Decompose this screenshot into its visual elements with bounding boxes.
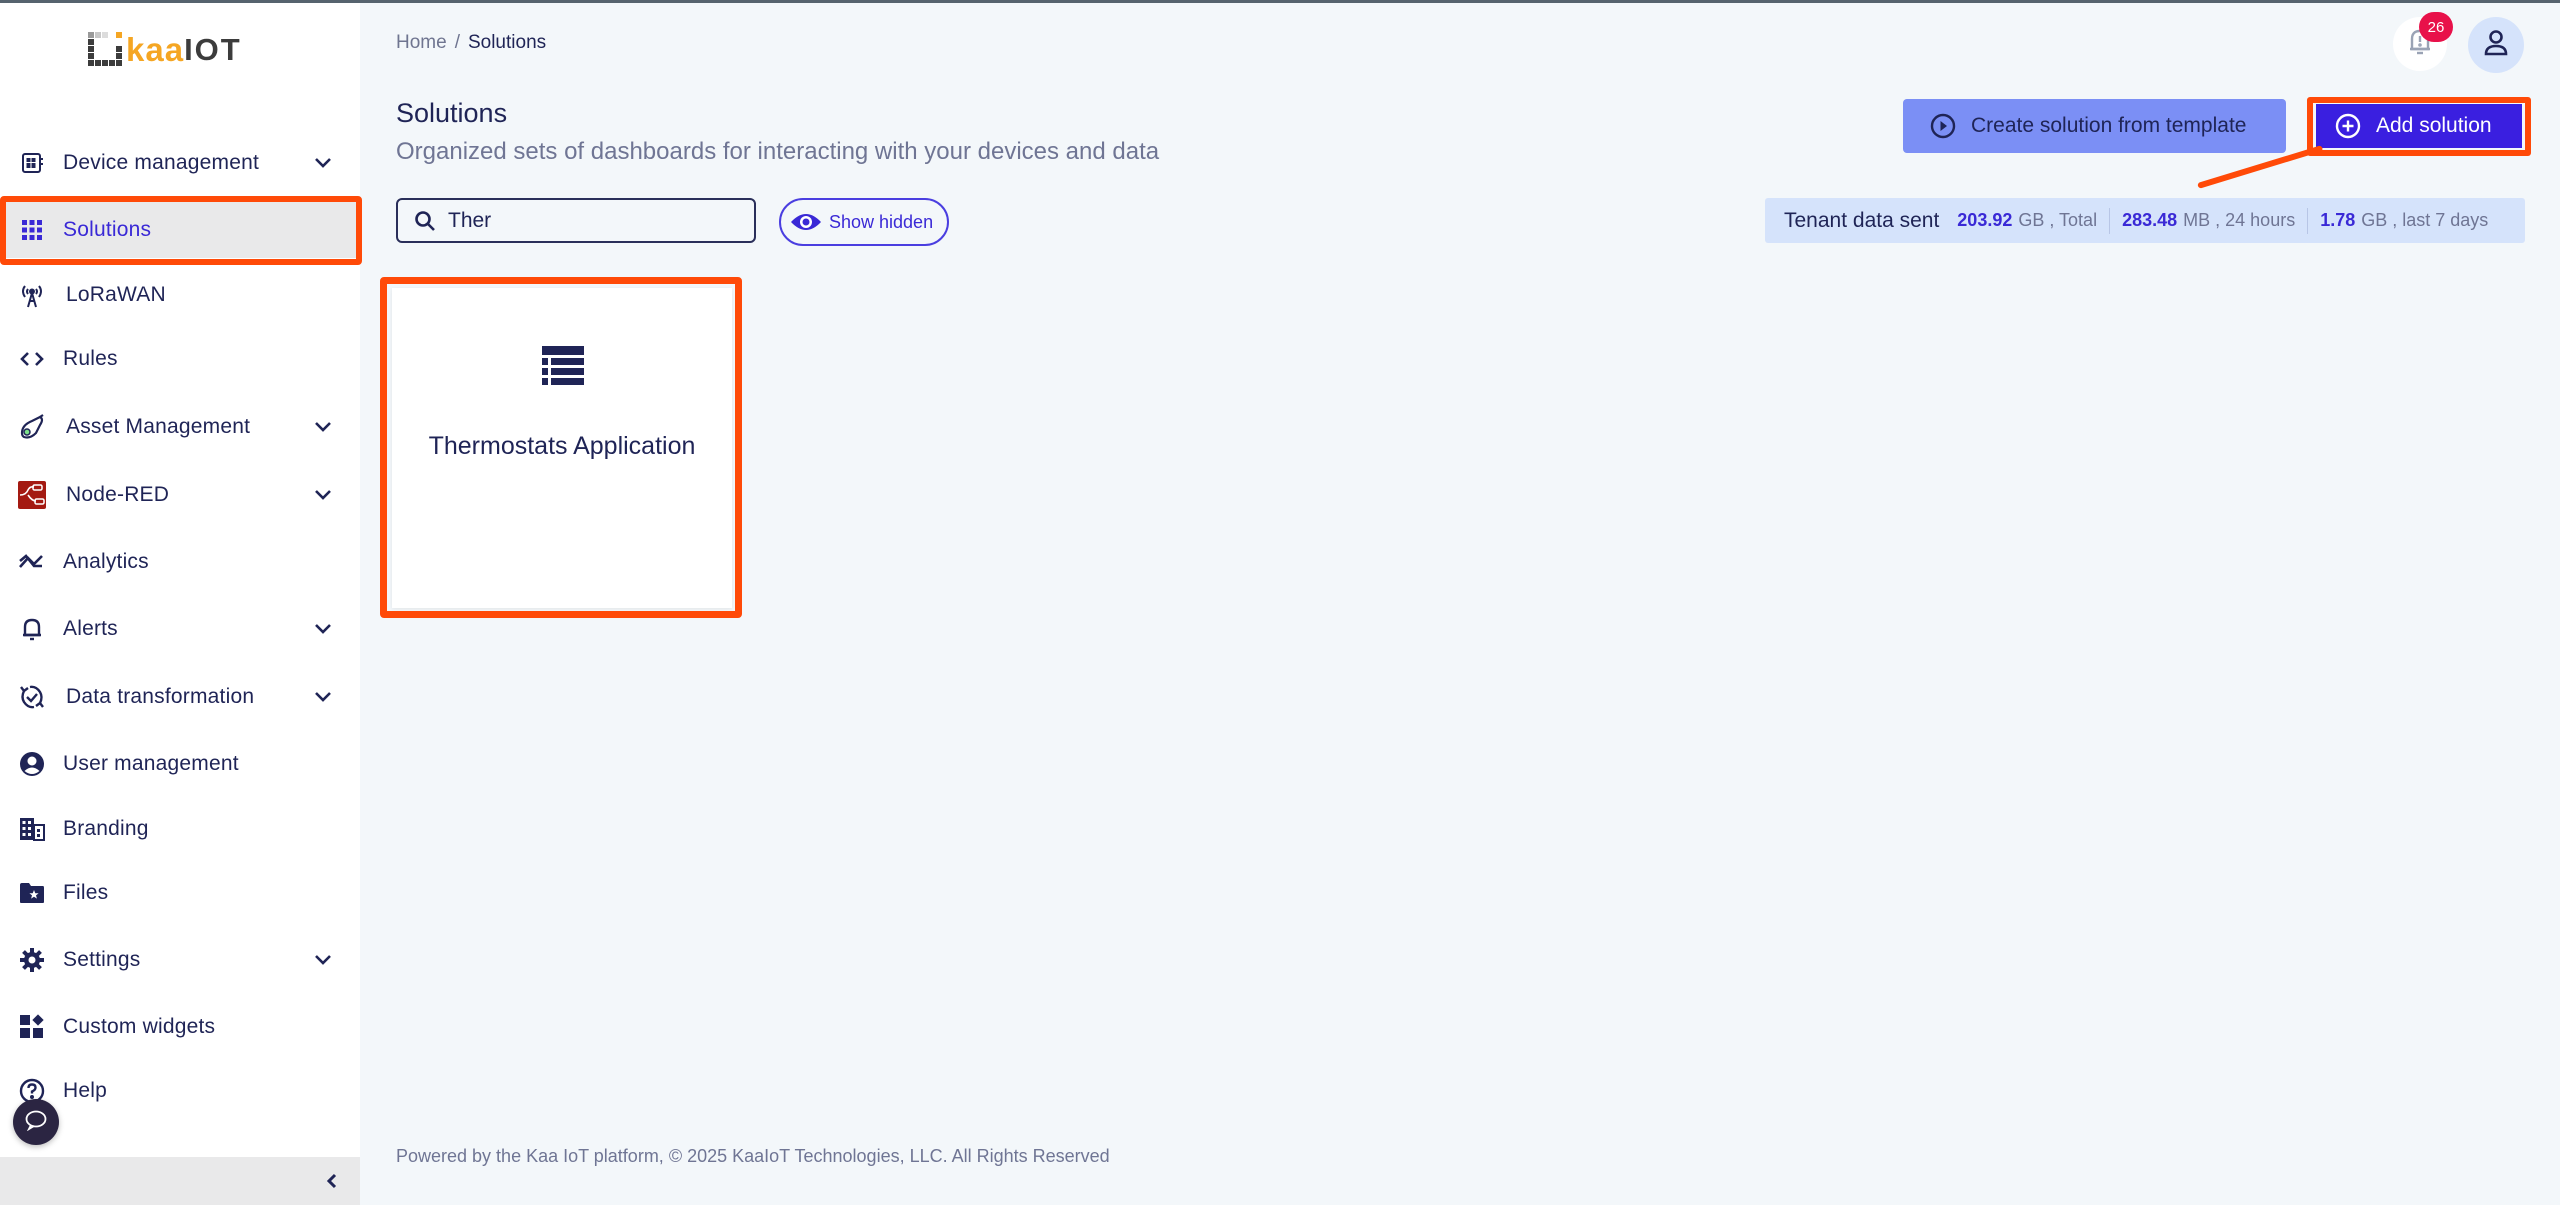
sidebar-item-label: Analytics [63,550,149,573]
sidebar-item-device-management[interactable]: Device management [0,135,360,191]
gear-icon [18,946,46,974]
sidebar-item-label: Settings [63,948,141,971]
code-icon [18,345,46,373]
sidebar-item-user-management[interactable]: User management [0,736,360,792]
solution-card-title: Thermostats Application [428,432,696,460]
page-title: Solutions [396,98,508,128]
sidebar-item-label: Solutions [63,218,152,241]
logo-text-iot: IOT [184,32,242,67]
window-top-border [0,0,2560,3]
sidebar-item-data-transformation[interactable]: Data transformation [0,669,360,725]
chevron-down-icon[interactable] [310,150,336,176]
sidebar-item-settings[interactable]: Settings [0,932,360,988]
sidebar-item-label: Branding [63,817,149,840]
sidebar-collapse-bar[interactable] [0,1157,360,1205]
tenant-total-unit: GB , Total [2018,210,2098,230]
user-avatar-button[interactable] [2468,17,2524,73]
notification-count-badge: 26 [2419,12,2453,42]
play-circle-icon [1929,112,1957,140]
widgets-icon [18,1013,46,1041]
chevron-down-icon[interactable] [310,947,336,973]
divider [2109,207,2111,234]
sidebar: kaa IOT Device management Solutions LoRaW… [0,0,362,1205]
breadcrumb-home-link[interactable]: Home [396,32,447,53]
chevron-down-icon[interactable] [310,616,336,642]
chat-bubble-icon [24,1109,48,1136]
footer-copyright: Powered by the Kaa IoT platform, © 2025 … [396,1146,1110,1166]
chevron-left-icon[interactable] [320,1169,344,1193]
breadcrumb-current: Solutions [467,32,547,53]
show-hidden-label: Show hidden [829,211,934,232]
sidebar-item-label: Data transformation [66,685,255,708]
sidebar-item-solutions[interactable]: Solutions [0,202,360,258]
device-icon [18,149,46,177]
tenant-7d-value: 1.78 [2320,210,2356,230]
antenna-icon [18,281,46,309]
chat-support-button[interactable] [13,1099,59,1145]
sidebar-item-node-red[interactable]: Node-RED [0,467,360,523]
breadcrumb-separator: / [454,32,460,53]
plus-circle-icon [2334,112,2362,140]
sidebar-item-label: Rules [63,347,118,370]
sidebar-item-custom-widgets[interactable]: Custom widgets [0,999,360,1055]
chevron-down-icon[interactable] [310,684,336,710]
sidebar-item-label: User management [63,752,239,775]
sidebar-item-asset-management[interactable]: Asset Management [0,399,360,455]
node-red-icon [18,481,46,509]
tenant-total-value: 203.92 [1957,210,2013,230]
button-label: Create solution from template [1971,114,2247,137]
sidebar-item-analytics[interactable]: Analytics [0,534,360,590]
building-icon [18,815,46,843]
chevron-down-icon[interactable] [310,414,336,440]
solution-card[interactable]: Thermostats Application [392,288,732,608]
tenant-7d-unit: GB , last 7 days [2361,210,2489,230]
sidebar-item-label: Custom widgets [63,1015,216,1038]
divider [2307,207,2309,234]
sidebar-item-files[interactable]: Files [0,865,360,921]
logo-text-kaa: kaa [126,31,185,68]
sidebar-item-label: Node-RED [66,483,170,506]
chevron-down-icon[interactable] [310,482,336,508]
sidebar-item-label: LoRaWAN [66,283,166,306]
sidebar-item-label: Alerts [63,617,118,640]
sidebar-item-alerts[interactable]: Alerts [0,601,360,657]
page-subtitle: Organized sets of dashboards for interac… [396,138,1160,165]
sidebar-item-label: Files [63,881,109,904]
tenant-24h-value: 283.48 [2122,210,2178,230]
sidebar-item-lorawan[interactable]: LoRaWAN [0,267,360,323]
search-icon [412,208,438,234]
search-field[interactable] [396,198,756,243]
create-solution-from-template-button[interactable]: Create solution from template [1903,99,2286,153]
sidebar-item-label: Device management [63,151,259,174]
search-input[interactable] [448,208,738,233]
sidebar-item-branding[interactable]: Branding [0,801,360,857]
bell-icon [18,615,46,643]
breadcrumb: Home / Solutions [396,32,546,54]
logo-mark-icon [88,32,122,66]
sidebar-item-label: Asset Management [66,415,251,438]
tenant-data-sent-panel: Tenant data sent 203.92 GB , Total 283.4… [1765,198,2525,243]
asset-tag-icon [18,413,46,441]
add-solution-button[interactable]: Add solution [2316,104,2522,148]
tenant-24h-unit: MB , 24 hours [2183,210,2296,230]
user-icon [2483,29,2509,62]
sidebar-item-label: Help [63,1079,107,1102]
sidebar-item-rules[interactable]: Rules [0,331,360,387]
user-circle-icon [18,750,46,778]
eye-icon [789,208,823,236]
sync-check-icon [18,683,46,711]
show-hidden-toggle[interactable]: Show hidden [779,198,949,246]
button-label: Add solution [2376,114,2492,137]
list-icon [542,346,584,388]
analytics-icon [18,548,46,576]
tenant-data-label: Tenant data sent [1784,208,1940,232]
kaaiot-logo[interactable]: kaa IOT [88,26,242,66]
folder-star-icon [18,879,46,907]
grid-icon [18,216,46,244]
